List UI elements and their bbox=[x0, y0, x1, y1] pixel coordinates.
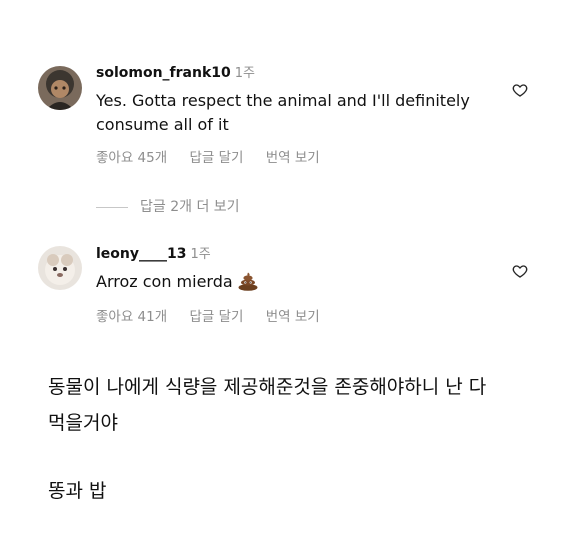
likes-count[interactable]: 좋아요 45개 bbox=[96, 150, 167, 166]
avatar[interactable] bbox=[38, 66, 82, 110]
timestamp: 1주 bbox=[190, 247, 211, 262]
comment-text: Arroz con mierda bbox=[96, 270, 496, 294]
poop-icon bbox=[237, 271, 259, 291]
comment-actions: 좋아요 41개 답글 달기 번역 보기 bbox=[96, 305, 338, 325]
likes-count[interactable]: 좋아요 41개 bbox=[96, 309, 167, 325]
comment-header: solomon_frank10 1주 bbox=[96, 64, 255, 83]
translate-button[interactable]: 번역 보기 bbox=[266, 150, 320, 166]
comment-actions: 좋아요 45개 답글 달기 번역 보기 bbox=[96, 146, 338, 166]
username[interactable]: leony____13 bbox=[96, 246, 187, 262]
translate-button[interactable]: 번역 보기 bbox=[266, 309, 320, 325]
translation-line-2: 먹을거야 bbox=[48, 412, 118, 434]
view-replies-button[interactable]: 답글 2개 더 보기 bbox=[96, 196, 240, 216]
view-replies-label: 답글 2개 더 보기 bbox=[140, 199, 240, 215]
timestamp: 1주 bbox=[234, 66, 255, 81]
translation-line-1: 동물이 나에게 식량을 제공해준것을 존중해야하니 난 다 bbox=[48, 376, 487, 398]
replies-divider bbox=[96, 206, 128, 208]
comment-text-content: Arroz con mierda bbox=[96, 272, 233, 291]
translation-line-3: 똥과 밥 bbox=[48, 480, 107, 502]
comment-header: leony____13 1주 bbox=[96, 245, 211, 264]
avatar[interactable] bbox=[38, 246, 82, 290]
username[interactable]: solomon_frank10 bbox=[96, 65, 231, 81]
comment-text: Yes. Gotta respect the animal and I'll d… bbox=[96, 91, 470, 134]
reply-button[interactable]: 답글 달기 bbox=[189, 150, 243, 166]
heart-outline-icon[interactable] bbox=[512, 82, 528, 98]
reply-button[interactable]: 답글 달기 bbox=[189, 309, 243, 325]
heart-outline-icon[interactable] bbox=[512, 263, 528, 279]
